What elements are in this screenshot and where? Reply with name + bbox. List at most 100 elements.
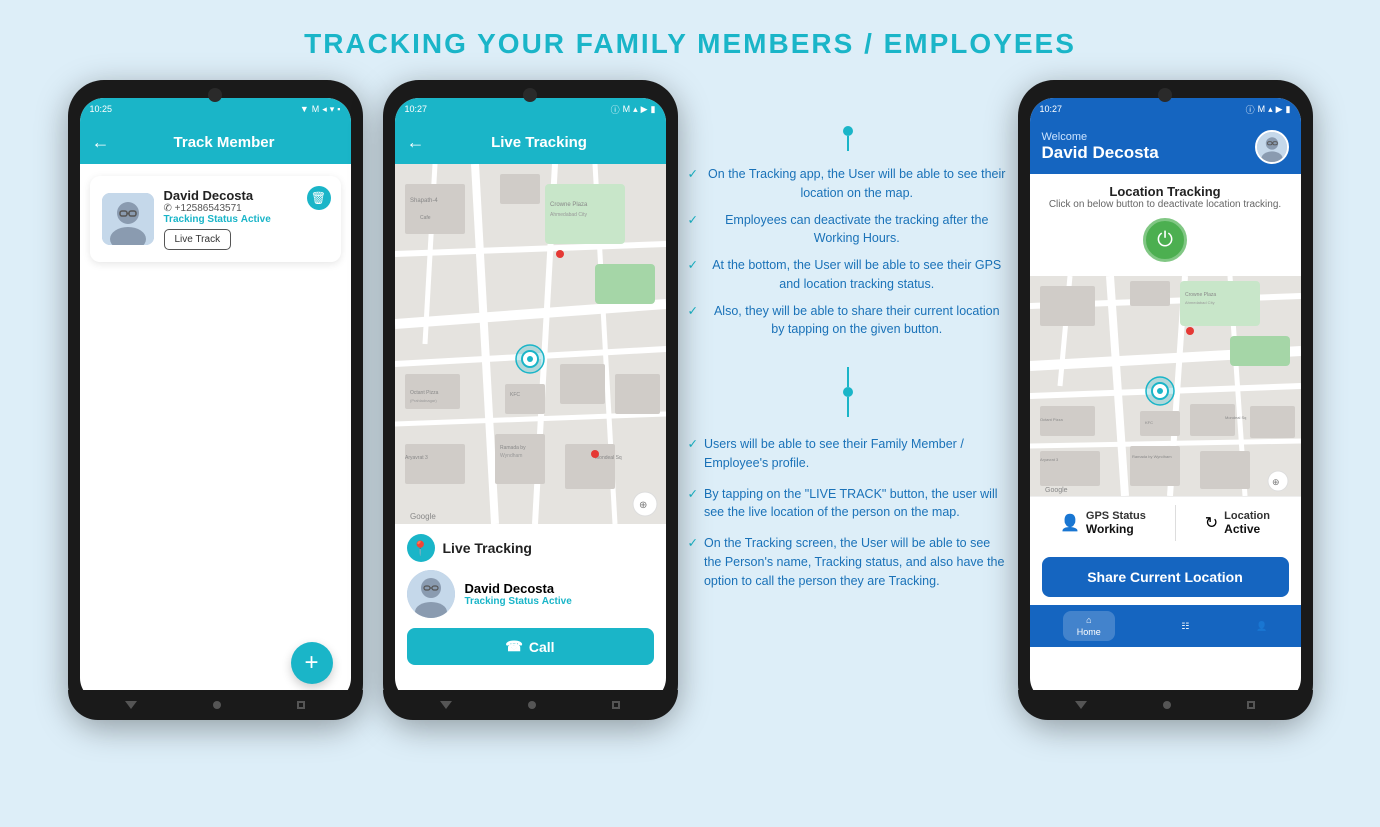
svg-text:⊕: ⊕ <box>1272 477 1280 487</box>
phone1-status-bar: 10:25 ▼ M ◂ ▾ ▪ <box>80 98 351 120</box>
phone2-navbar: ← Live Tracking <box>395 120 666 164</box>
back-arrow-icon[interactable]: ← <box>92 132 110 153</box>
location-label: Location <box>1224 510 1270 522</box>
home-nav-icon[interactable] <box>213 701 221 709</box>
svg-text:Ramada by Wyndham: Ramada by Wyndham <box>1132 454 1172 459</box>
location-status-item: ↻ Location Active <box>1205 510 1270 536</box>
phone2-time: 10:27 <box>405 104 428 114</box>
welcome-label: Welcome <box>1042 131 1159 143</box>
location-section: Location Tracking Click on below button … <box>1030 174 1301 276</box>
home-icon: ⌂ <box>1086 615 1091 625</box>
location-subtitle: Click on below button to deactivate loca… <box>1042 199 1289 210</box>
gps-divider <box>1175 505 1176 541</box>
svg-text:Crowne Plaza: Crowne Plaza <box>1185 292 1216 298</box>
phone3-bottom-nav <box>1018 690 1313 720</box>
profile-icon: 👤 <box>1256 621 1267 632</box>
gps-person-icon: 👤 <box>1060 513 1080 533</box>
phone-3: 10:27 ⓘ M ▴ ▶ ▮ Welcome David Decosta <box>1018 80 1313 720</box>
member-phone: ✆ +12586543571 <box>164 203 329 214</box>
annotation-4: ✓ Also, they will be able to share their… <box>688 302 1008 340</box>
phone3-home-nav[interactable] <box>1163 701 1171 709</box>
location-icon: 📍 <box>407 534 435 562</box>
svg-text:Google: Google <box>410 512 436 521</box>
check-icon-3: ✓ <box>688 256 698 275</box>
check-icon-7: ✓ <box>688 534 698 553</box>
phone3-status-icons: ⓘ M ▴ ▶ ▮ <box>1246 103 1291 116</box>
phone1-status-icons: ▼ M ◂ ▾ ▪ <box>300 104 341 115</box>
member-name: David Decosta <box>164 188 329 203</box>
delete-icon[interactable]: 🗑 <box>307 186 331 210</box>
power-icon: ⏻ <box>1157 229 1173 252</box>
recents-nav-icon[interactable] <box>297 701 305 709</box>
svg-text:Mondeal Sq: Mondeal Sq <box>1225 415 1246 420</box>
annotation-5: ✓ Users will be able to see their Family… <box>688 435 1008 473</box>
phone-2: 10:27 ⓘ M ▴ ▶ ▮ ← Live Tracking <box>383 80 678 720</box>
member-info: David Decosta ✆ +12586543571 Tracking St… <box>164 188 329 250</box>
check-icon-1: ✓ <box>688 165 698 184</box>
phone3-header: Welcome David Decosta <box>1030 120 1301 174</box>
lt-avatar <box>407 570 455 618</box>
share-location-button[interactable]: Share Current Location <box>1042 557 1289 597</box>
phone2-back-nav[interactable] <box>440 701 452 709</box>
svg-text:Aryavrat 3: Aryavrat 3 <box>1040 457 1059 462</box>
gps-status-item: 👤 GPS Status Working <box>1060 510 1146 536</box>
annotation-7: ✓ On the Tracking screen, the User will … <box>688 534 1008 590</box>
gps-row: 👤 GPS Status Working <box>1060 510 1146 536</box>
phone2-nav-title: Live Tracking <box>425 134 654 151</box>
annotation-6: ✓ By tapping on the "LIVE TRACK" button,… <box>688 485 1008 523</box>
phone-1: 10:25 ▼ M ◂ ▾ ▪ ← Track Member <box>68 80 363 720</box>
phone1-bottom-nav <box>68 690 363 720</box>
phone3-recents-nav[interactable] <box>1247 701 1255 709</box>
phone2-home-nav[interactable] <box>528 701 536 709</box>
svg-text:Shapath-4: Shapath-4 <box>410 198 438 204</box>
svg-text:Octant Pizza: Octant Pizza <box>410 390 439 396</box>
svg-text:Octant Pizza: Octant Pizza <box>1040 417 1063 422</box>
phone2-back-icon[interactable]: ← <box>407 132 425 153</box>
app-bottom-nav: ⌂ Home ☷ 👤 <box>1030 605 1301 647</box>
svg-text:Crowne Plaza: Crowne Plaza <box>550 202 588 208</box>
mid-connector <box>678 367 1018 417</box>
live-track-button[interactable]: Live Track <box>164 229 232 250</box>
profile-tab[interactable]: 👤 <box>1256 621 1267 632</box>
gps-value: Working <box>1086 522 1146 536</box>
check-icon-5: ✓ <box>688 435 698 454</box>
lt-header: 📍 Live Tracking <box>407 534 654 562</box>
svg-text:Ramada by: Ramada by <box>500 445 526 451</box>
lt-person: David Decosta Tracking Status Active <box>407 570 654 618</box>
member-status: Tracking Status Active <box>164 214 329 225</box>
annotation-3: ✓ At the bottom, the User will be able t… <box>688 256 1008 294</box>
phone2-status-icons: ⓘ M ▴ ▶ ▮ <box>611 103 656 116</box>
lt-title: Live Tracking <box>443 540 532 556</box>
annotation-1: ✓ On the Tracking app, the User will be … <box>688 165 1008 203</box>
phone1-time: 10:25 <box>90 104 113 114</box>
lt-person-info: David Decosta Tracking Status Active <box>465 581 572 607</box>
svg-text:Cafe: Cafe <box>420 215 431 221</box>
lt-person-name: David Decosta <box>465 581 572 596</box>
add-fab-button[interactable]: + <box>291 642 333 684</box>
power-button[interactable]: ⏻ <box>1143 218 1187 262</box>
power-btn-container: ⏻ <box>1042 218 1289 262</box>
phone2-recents-nav[interactable] <box>612 701 620 709</box>
annotation-2: ✓ Employees can deactivate the tracking … <box>688 211 1008 249</box>
call-button[interactable]: ☎ Call <box>407 628 654 665</box>
call-icon: ☎ <box>505 638 522 655</box>
svg-text:Ahmedabad City: Ahmedabad City <box>550 212 587 218</box>
phone3-map: Crowne Plaza Ahmedabad City Octant Pizza… <box>1030 276 1301 496</box>
phone3-back-nav[interactable] <box>1075 701 1087 709</box>
back-nav-icon[interactable] <box>125 701 137 709</box>
phone3-welcome: Welcome David Decosta <box>1042 131 1159 163</box>
phone1-navbar: ← Track Member <box>80 120 351 164</box>
top-connector <box>843 126 853 151</box>
svg-text:Wyndham: Wyndham <box>500 453 522 459</box>
list-tab[interactable]: ☷ <box>1181 621 1189 632</box>
location-circle-icon: ↻ <box>1205 513 1218 533</box>
home-tab[interactable]: ⌂ Home <box>1063 611 1115 641</box>
home-label: Home <box>1077 627 1101 637</box>
phone3-status-bar: 10:27 ⓘ M ▴ ▶ ▮ <box>1030 98 1301 120</box>
check-icon-6: ✓ <box>688 485 698 504</box>
phone2-map: Shapath-4 Cafe Octant Pizza (Prahladnaga… <box>395 164 666 524</box>
phone2-bottom-nav <box>383 690 678 720</box>
check-icon-4: ✓ <box>688 302 698 321</box>
gps-status-bar: 👤 GPS Status Working ↻ Location Active <box>1030 496 1301 549</box>
location-title: Location Tracking <box>1042 184 1289 199</box>
